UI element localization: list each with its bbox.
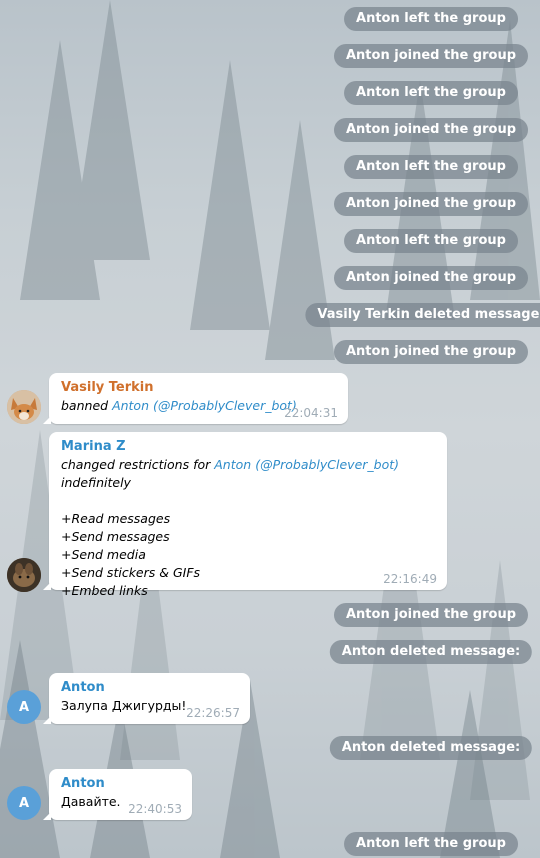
avatar-vasily-terkin[interactable] [7,390,41,424]
fox-avatar-icon [7,390,41,424]
sender-name[interactable]: Anton [61,679,238,697]
sender-name[interactable]: Anton [61,775,180,793]
avatar-letter: A [18,699,30,715]
message-time: 22:26:57 [186,706,240,720]
sender-name[interactable]: Vasily Terkin [61,379,336,397]
permission-list: +Read messages +Send messages +Send medi… [61,510,435,600]
service-message: Anton left the group [344,7,518,31]
username-link[interactable]: (@ProbablyClever_bot) [153,398,297,413]
message-bubble[interactable]: Marina Z changed restrictions for Anton … [43,432,447,598]
message-time: 22:04:31 [284,406,338,420]
user-link[interactable]: Anton [214,457,251,472]
service-message: Anton joined the group [333,118,529,142]
username-link[interactable]: (@ProbablyClever_bot) [255,457,399,472]
animal-avatar-icon [7,558,41,592]
sender-name[interactable]: Marina Z [61,438,435,456]
message-bubble[interactable]: Vasily Terkin banned Anton (@ProbablyCle… [43,373,348,424]
avatar-anton[interactable]: A [7,690,41,724]
service-message[interactable]: Anton deleted message: [329,640,533,664]
message-text: changed restrictions for Anton (@Probabl… [61,457,400,490]
user-link[interactable]: Anton [112,398,149,413]
service-message: Anton joined the group [333,340,529,364]
permission-item: +Send messages [61,529,170,544]
service-message: Anton joined the group [333,603,529,627]
permission-item: +Send stickers & GIFs [61,565,201,580]
avatar-marina-z[interactable] [7,558,41,592]
permission-item: +Send media [61,547,146,562]
avatar-letter: A [18,795,30,811]
service-message[interactable]: Anton deleted message: [329,736,533,760]
message-bubble[interactable]: Anton Давайте. 22:40:53 [43,769,192,820]
service-message: Anton joined the group [333,266,529,290]
message-time: 22:16:49 [383,572,437,586]
avatar-anton[interactable]: A [7,786,41,820]
service-message: Anton left the group [344,155,518,179]
permission-item: +Embed links [61,583,148,598]
service-message: Anton left the group [344,832,518,856]
permission-item: +Read messages [61,511,171,526]
service-message: Anton joined the group [333,44,529,68]
service-message: Anton left the group [344,229,518,253]
message-bubble[interactable]: Anton Залупа Джигурды! 22:26:57 [43,673,250,724]
service-message[interactable]: Vasily Terkin deleted message: [305,303,540,327]
service-message: Anton left the group [344,81,518,105]
message-time: 22:40:53 [128,802,182,816]
service-message: Anton joined the group [333,192,529,216]
